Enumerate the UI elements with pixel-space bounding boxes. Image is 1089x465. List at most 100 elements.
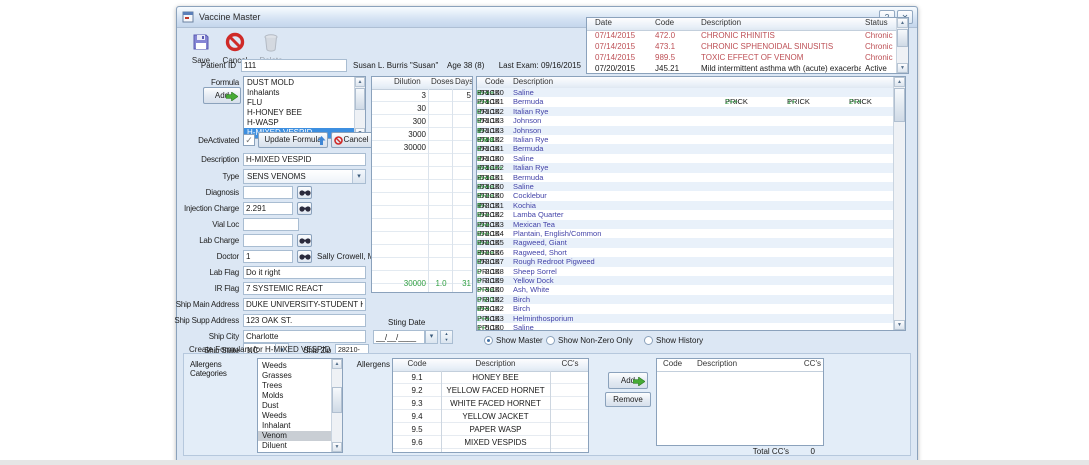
dilution-row[interactable]: 30000 — [372, 141, 472, 154]
diagnosis-input[interactable] — [243, 186, 293, 199]
scroll-up-icon[interactable]: ▲ — [894, 77, 905, 87]
sting-date-spinner[interactable]: ▲ ▼ — [440, 330, 453, 344]
lab-flag-input[interactable] — [243, 266, 366, 279]
scroll-thumb[interactable] — [897, 29, 908, 47]
sting-date-dropdown-button[interactable]: ▾ — [425, 330, 438, 344]
radio-option-show-non-zero-only[interactable]: Show Non-Zero Only — [546, 335, 633, 347]
type-select[interactable]: SENS VENOMS ▾ — [243, 169, 366, 184]
scroll-down-icon[interactable]: ▼ — [332, 442, 342, 452]
injection-charge-search-button[interactable] — [297, 202, 312, 215]
allergy-test-row[interactable]: 2.102 Lamba Quarter PRICK 2++ ID 0 — [477, 210, 895, 219]
scroll-down-icon[interactable]: ▼ — [894, 320, 905, 330]
diagnosis-row[interactable]: 07/14/2015 472.0 CHRONIC RHINITIS Chronic — [587, 30, 898, 41]
cancel-formula-button[interactable]: Cancel — [331, 132, 373, 148]
deactivated-checkbox[interactable]: ✓ — [243, 134, 255, 146]
category-item[interactable]: Inhalant — [258, 421, 333, 431]
allergy-test-row[interactable]: 1.102 Italian Rye PRICK 5+++++ ID 2++ — [477, 163, 895, 173]
allergy-test-row[interactable]: 2.105 Ragweed, Giant PRICK 2++ ID 0 — [477, 238, 895, 248]
category-item[interactable]: Venom — [258, 431, 333, 441]
category-item[interactable]: Trees — [258, 381, 333, 391]
allergen-row[interactable]: 9.6 MIXED VESPIDS — [393, 436, 588, 449]
lab-charge-search-button[interactable] — [297, 234, 312, 247]
category-item[interactable]: Diluent — [258, 441, 333, 451]
update-formula-button[interactable]: Update Formula — [258, 132, 328, 148]
allergy-test-row[interactable]: 2.109 Yellow Dock PRICK 0 — [477, 276, 895, 286]
formula-item[interactable]: H-WASP — [244, 118, 356, 128]
ship-supp-address-input[interactable] — [243, 314, 366, 327]
allergy-test-row[interactable]: 1.103 Johnson PRICK 1+ ID 0 — [477, 125, 895, 135]
allergy-test-row[interactable]: 2.101 Kochia PRICK 1+ ID 0 — [477, 200, 895, 211]
diagnosis-search-button[interactable] — [297, 186, 312, 199]
allergen-row[interactable]: 9.2 YELLOW FACED HORNET — [393, 384, 588, 397]
green-right-arrow-icon — [633, 377, 645, 386]
formula-scrollbar[interactable]: ▲ ▼ — [354, 77, 365, 138]
allergy-test-row[interactable]: 5.103 Helminthosporium PRICK 2++ — [477, 313, 895, 323]
allergy-test-row[interactable]: 1.100 Saline PRICK 3+++ ID 2++ — [477, 182, 895, 192]
doctor-search-button[interactable] — [297, 250, 312, 263]
allergy-test-row[interactable]: 1.100 Saline PRICK 0 ID 0 — [477, 154, 895, 163]
patient-id-input[interactable] — [241, 59, 347, 72]
allergen-row[interactable]: 9.5 PAPER WASP — [393, 423, 588, 436]
allergy-test-row[interactable]: 2.108 Sheep Sorrel PRICK 0 — [477, 267, 895, 276]
lab-charge-input[interactable] — [243, 234, 293, 247]
add-allergen-button[interactable]: Add — [608, 372, 648, 389]
scroll-thumb[interactable] — [355, 88, 365, 110]
allergen-row[interactable]: 9.4 YELLOW JACKET — [393, 410, 588, 423]
scroll-up-icon[interactable]: ▲ — [897, 18, 908, 28]
allergen-row[interactable]: 9.3 WHITE FACED HORNET — [393, 397, 588, 410]
sting-date-input[interactable] — [373, 330, 425, 344]
allergy-test-row[interactable]: 2.100 Cocklebur PRICK 0 ID 3+++ — [477, 191, 895, 200]
category-item[interactable]: Grasses — [258, 371, 333, 381]
scroll-up-icon[interactable]: ▲ — [355, 77, 365, 87]
injection-charge-input[interactable] — [243, 202, 293, 215]
allergy-test-row[interactable]: 1.101 Bermuda PRICK 2++ ID 2++ PRICK 2++ PRIC… — [477, 97, 895, 106]
category-item[interactable]: Molds — [258, 391, 333, 401]
allergy-test-row[interactable]: 3.102 Birch PRICK 0 ID 2++ — [477, 304, 895, 313]
dilution-row[interactable]: 30 — [372, 102, 472, 115]
ship-city-input[interactable] — [243, 330, 366, 343]
dilution-row[interactable]: 300 — [372, 115, 472, 128]
category-item[interactable]: Weeds — [258, 361, 333, 371]
maintenance-row[interactable]: 30000 1.0 31 — [372, 277, 472, 290]
radio-option-show-history[interactable]: Show History — [644, 335, 703, 347]
allergy-test-row[interactable]: 1.101 Bermuda PRICK 0 ID 0 — [477, 144, 895, 154]
categories-scrollbar[interactable]: ▲ ▼ — [331, 359, 342, 452]
formula-item[interactable]: Inhalants — [244, 88, 356, 98]
vial-loc-input[interactable] — [243, 218, 299, 231]
formula-item[interactable]: DUST MOLD — [244, 78, 356, 88]
test-description: Italian Rye — [513, 106, 549, 116]
spinner-down-icon[interactable]: ▼ — [441, 337, 452, 343]
allergy-test-row[interactable]: 1.103 Johnson PRICK 0 ID 0 — [477, 116, 895, 125]
radio-option-show-master[interactable]: Show Master — [484, 335, 543, 347]
allergy-test-row[interactable]: 1.102 Italian Rye PRICK 0 ID 0 — [477, 106, 895, 117]
allergy-grid-scrollbar[interactable]: ▲ ▼ — [893, 77, 905, 330]
scroll-up-icon[interactable]: ▲ — [332, 359, 342, 369]
category-item[interactable]: Dust — [258, 401, 333, 411]
category-item[interactable]: Weeds — [258, 411, 333, 421]
scroll-thumb[interactable] — [332, 387, 342, 413]
allergy-test-row[interactable]: 3.100 Ash, White PRICK 3+++ — [477, 285, 895, 294]
allergy-test-row[interactable]: 1.101 Bermuda PRICK 2++ ID 3+++ — [477, 173, 895, 182]
allergy-test-row[interactable]: 2.107 Rough Redroot Pigweed PRICK 0 ID 0 — [477, 257, 895, 267]
allergy-test-row[interactable]: 2.104 Plantain, English/Common PRICK 0 ID 2… — [477, 229, 895, 238]
allergy-test-row[interactable]: 5.100 Saline PRICK 1+ — [477, 323, 895, 330]
doctor-input[interactable] — [243, 250, 293, 263]
ship-main-address-input[interactable] — [243, 298, 366, 311]
diagnosis-row[interactable]: 07/14/2015 473.1 CHRONIC SPHENOIDAL SINUSI… — [587, 41, 898, 52]
ir-flag-input[interactable] — [243, 282, 366, 295]
description-input[interactable] — [243, 153, 366, 166]
patient-name: Susan L. Burris "Susan" — [353, 61, 439, 70]
add-formula-button[interactable]: Add — [203, 87, 241, 104]
allergy-test-row[interactable]: 1.102 Italian Rye PRICK 0 0 0 ID 3+++ — [477, 135, 895, 144]
formula-item[interactable]: H-HONEY BEE — [244, 108, 356, 118]
formula-item[interactable]: FLU — [244, 98, 356, 108]
allergen-row[interactable]: 9.1 HONEY BEE — [393, 371, 588, 384]
allergy-test-row[interactable]: 3.102 Birch PRICK 0 0 0 — [477, 294, 895, 305]
allergy-test-row[interactable]: 2.106 Ragweed, Short PRICK 3+++ ID 0 — [477, 248, 895, 257]
allergy-test-row[interactable]: 2.103 Mexican Tea PRICK 2++ ID 2++ — [477, 219, 895, 229]
allergy-test-row[interactable]: 1.100 Saline PRICK 3+++ ID 0 — [477, 88, 895, 98]
dilution-row[interactable]: 35 — [372, 89, 472, 102]
remove-allergen-button[interactable]: Remove — [605, 392, 651, 407]
scroll-thumb[interactable] — [894, 88, 905, 122]
dilution-row[interactable]: 3000 — [372, 128, 472, 141]
